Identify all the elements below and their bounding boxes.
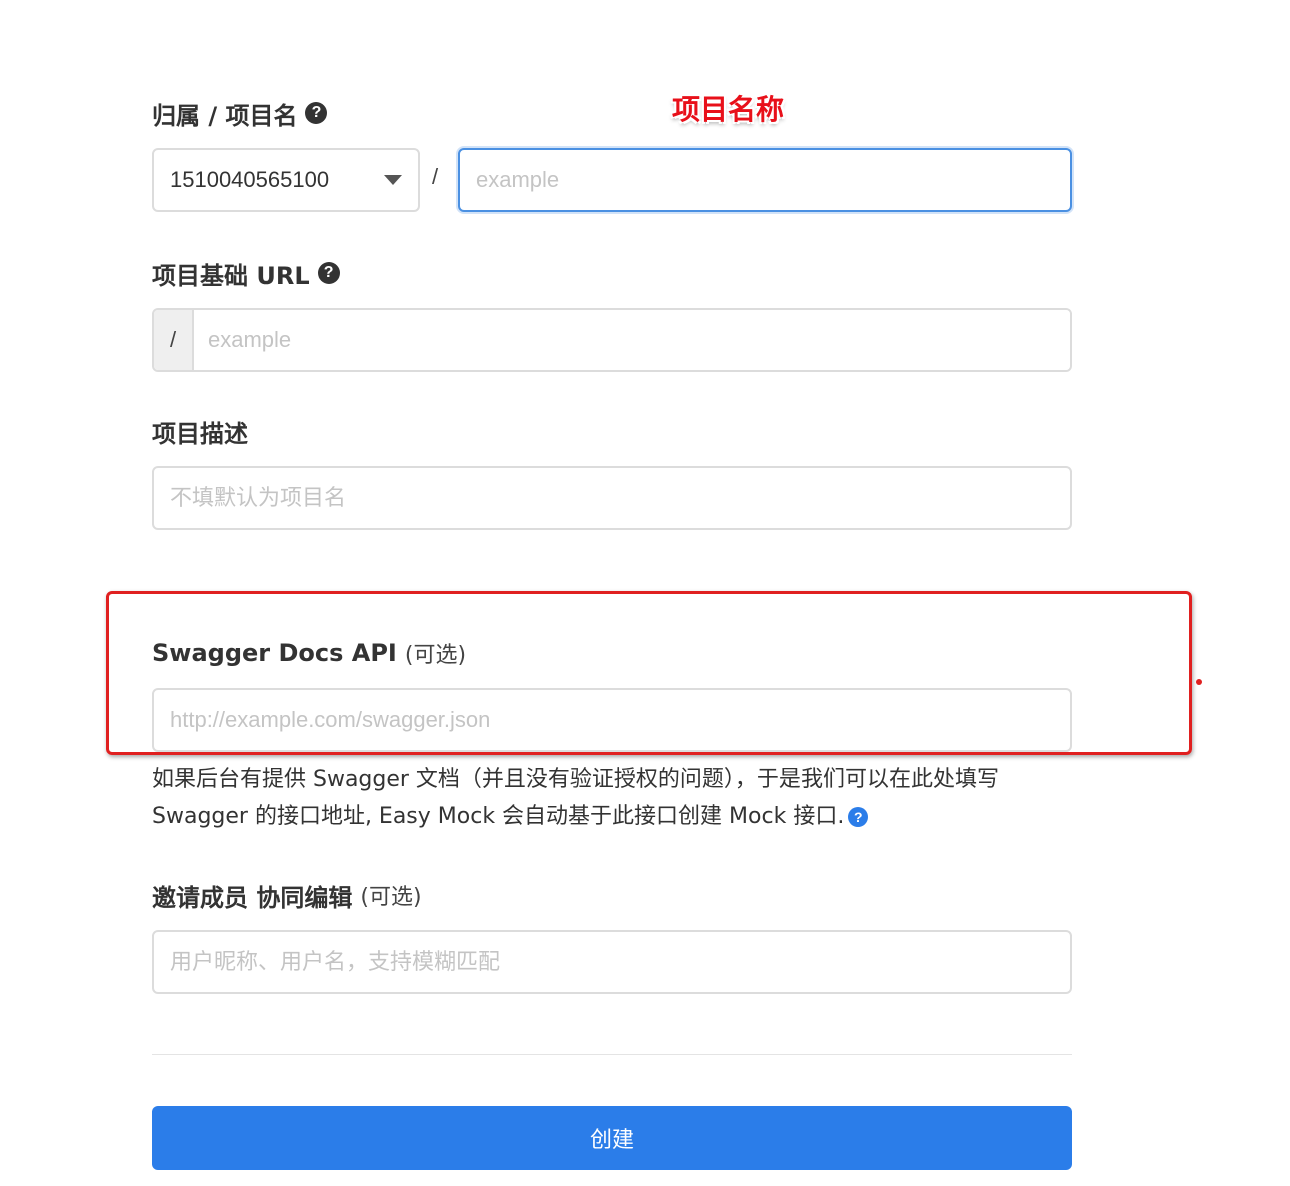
question-circle-icon[interactable]: ? bbox=[848, 807, 869, 827]
base-url-input-group: / bbox=[152, 308, 1072, 372]
owner-project-label-text: 归属 / 项目名 bbox=[152, 101, 298, 130]
members-optional-tag: (可选) bbox=[360, 885, 422, 910]
caret-down-icon bbox=[384, 175, 402, 185]
base-url-label: 项目基础 URL ? bbox=[152, 257, 340, 290]
members-search-input[interactable] bbox=[152, 930, 1072, 994]
question-circle-icon[interactable]: ? bbox=[305, 102, 328, 124]
annotation-project-name: 项目名称 bbox=[672, 93, 785, 126]
swagger-help-line-1: 如果后台有提供 Swagger 文档（并且没有验证授权的问题），于是我们可以在此… bbox=[152, 767, 999, 792]
project-name-input[interactable] bbox=[458, 148, 1072, 212]
base-url-prefix: / bbox=[154, 310, 194, 370]
path-separator: / bbox=[432, 164, 439, 189]
swagger-help-line-2-wrap: Swagger 的接口地址, Easy Mock 会自动基于此接口创建 Mock… bbox=[152, 798, 1092, 835]
owner-select[interactable]: 1510040565100 bbox=[152, 148, 420, 212]
description-label-text: 项目描述 bbox=[152, 419, 248, 448]
members-label: 邀请成员 协同编辑 (可选) bbox=[152, 879, 422, 912]
swagger-help-text: 如果后台有提供 Swagger 文档（并且没有验证授权的问题），于是我们可以在此… bbox=[152, 761, 1092, 835]
question-circle-icon[interactable]: ? bbox=[317, 262, 340, 284]
swagger-help-line-2: Swagger 的接口地址, Easy Mock 会自动基于此接口创建 Mock… bbox=[152, 804, 845, 829]
form-divider bbox=[152, 1054, 1072, 1055]
swagger-label-text: Swagger Docs API bbox=[152, 639, 397, 667]
members-label-text: 邀请成员 协同编辑 bbox=[152, 883, 353, 912]
owner-select-value: 1510040565100 bbox=[170, 167, 330, 192]
create-button[interactable]: 创建 bbox=[152, 1106, 1072, 1170]
base-url-input[interactable] bbox=[194, 310, 1070, 370]
swagger-label: Swagger Docs API (可选) bbox=[152, 637, 466, 669]
owner-project-label: 归属 / 项目名 ? bbox=[152, 97, 328, 130]
base-url-label-text: 项目基础 URL bbox=[152, 261, 310, 290]
swagger-optional-tag: (可选) bbox=[404, 643, 467, 668]
annotation-dot bbox=[1196, 679, 1202, 685]
swagger-url-input[interactable] bbox=[152, 688, 1072, 752]
description-label: 项目描述 bbox=[152, 415, 248, 448]
description-input[interactable] bbox=[152, 466, 1072, 530]
